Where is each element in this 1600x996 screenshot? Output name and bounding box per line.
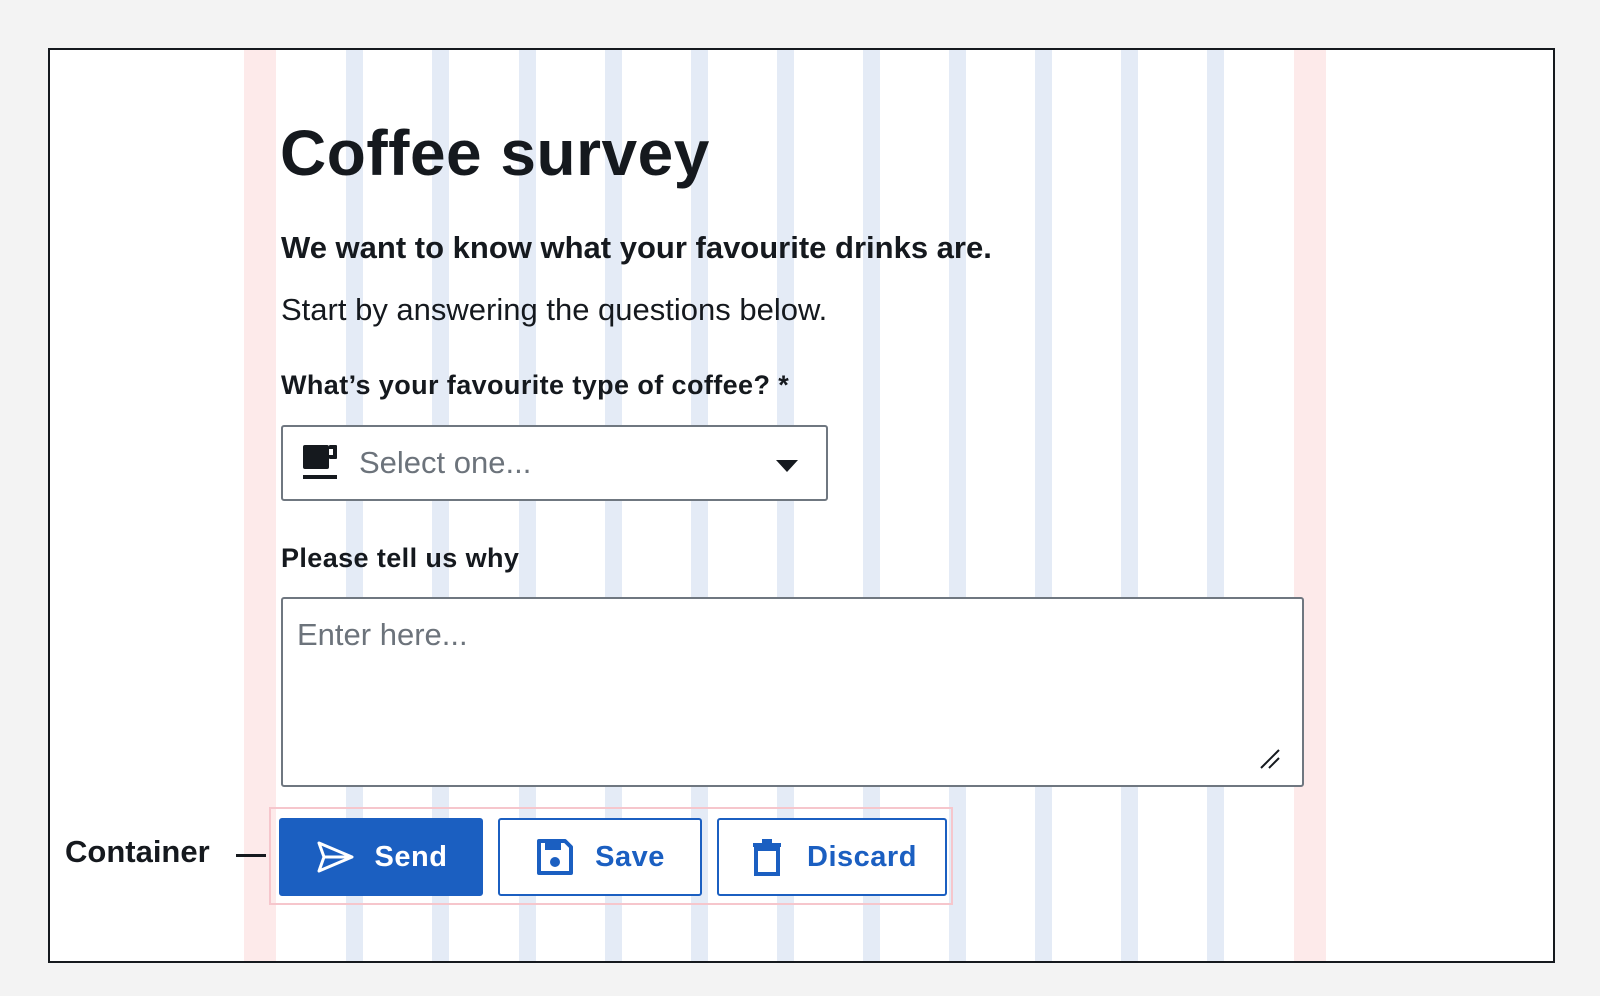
container-annotation-line — [236, 854, 266, 857]
lead-text: We want to know what your favourite drin… — [281, 230, 992, 265]
discard-button[interactable]: Discard — [717, 818, 947, 896]
save-button[interactable]: Save — [498, 818, 702, 896]
discard-button-label: Discard — [807, 840, 917, 873]
coffee-type-label: What’s your favourite type of coffee? * — [281, 370, 790, 400]
save-button-label: Save — [595, 840, 665, 873]
survey-form: Coffee survey We want to know what your … — [50, 50, 1553, 961]
send-button-label: Send — [374, 840, 448, 873]
coffee-type-select[interactable]: Select one... — [281, 425, 828, 501]
trash-icon — [753, 839, 782, 876]
send-button[interactable]: Send — [279, 818, 483, 896]
intro-text: Start by answering the questions below. — [281, 292, 828, 327]
resize-handle-icon[interactable] — [1258, 747, 1282, 771]
reason-label: Please tell us why — [281, 543, 520, 573]
chevron-down-icon — [776, 460, 798, 472]
send-icon — [317, 841, 354, 873]
save-icon — [537, 839, 574, 875]
reason-textarea[interactable] — [281, 597, 1304, 787]
layout-grid-frame: Coffee survey We want to know what your … — [48, 48, 1555, 963]
coffee-cup-icon — [303, 445, 337, 479]
container-annotation-label: Container — [65, 834, 210, 869]
page-title: Coffee survey — [280, 117, 710, 189]
coffee-type-placeholder: Select one... — [359, 445, 532, 480]
